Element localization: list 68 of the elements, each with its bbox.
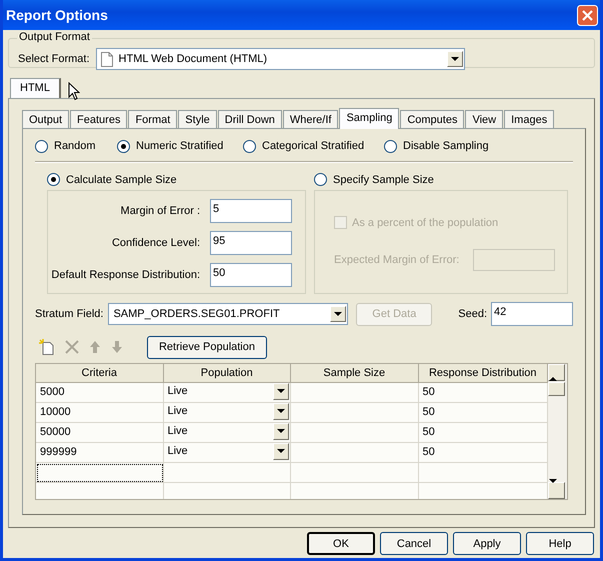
tab[interactable]: Features — [70, 110, 128, 128]
population-dropdown[interactable]: Live — [164, 403, 291, 423]
tab[interactable]: View — [465, 110, 504, 128]
stratum-dropdown[interactable]: SAMP_ORDERS.SEG01.PROFIT — [108, 303, 348, 325]
mouse-cursor-icon — [68, 82, 80, 101]
column-header[interactable]: Criteria — [36, 364, 164, 383]
column-header[interactable]: Population — [164, 364, 291, 383]
field-label: Expected Margin of Error: — [334, 254, 460, 266]
format-dropdown[interactable]: HTML Web Document (HTML) — [96, 48, 465, 70]
radio-button[interactable] — [47, 173, 60, 186]
window-title: Report Options — [6, 7, 108, 23]
seed-label: Seed: — [458, 308, 488, 320]
table-cell: 5000 — [36, 383, 164, 403]
radio-label: Specify Sample Size — [333, 174, 434, 186]
field-label: Margin of Error : — [120, 205, 200, 217]
input-field[interactable]: 95 — [210, 231, 292, 255]
radio-label: Random — [54, 140, 96, 152]
select-format-label: Select Format: — [18, 53, 90, 65]
radio-button[interactable] — [117, 140, 130, 152]
tab[interactable]: Drill Down — [218, 110, 282, 128]
radio-label: Numeric Stratified — [136, 140, 224, 152]
table-cell: 999999 — [36, 443, 164, 463]
seed-field[interactable]: 42 — [491, 302, 573, 326]
tab[interactable]: Where/If — [282, 110, 338, 128]
dialog-button[interactable]: Apply — [453, 532, 521, 555]
dialog-button[interactable]: Cancel — [380, 532, 448, 555]
vertical-scrollbar[interactable] — [548, 364, 567, 499]
tab[interactable]: Images — [504, 110, 554, 128]
radio-button[interactable] — [243, 140, 256, 152]
population-dropdown[interactable]: Live — [164, 383, 291, 403]
scroll-down-icon[interactable] — [548, 482, 565, 499]
input-field[interactable]: 50 — [210, 263, 292, 287]
tab[interactable]: Format — [128, 110, 178, 128]
column-header[interactable]: Response Distribution — [418, 364, 548, 383]
table-cell: 50 — [418, 423, 548, 443]
checkbox-label: As a percent of the population — [352, 216, 498, 228]
dialog-button[interactable]: Help — [526, 532, 594, 555]
table-cell: 50 — [418, 403, 548, 423]
tab[interactable]: Computes — [400, 110, 464, 128]
scrollbar-thumb[interactable] — [548, 382, 565, 396]
radio-button[interactable] — [35, 140, 48, 152]
scroll-up-icon[interactable] — [548, 364, 565, 381]
input-field[interactable]: 5 — [210, 199, 292, 223]
output-type-tab[interactable]: HTML — [10, 78, 61, 98]
focused-cell[interactable] — [36, 463, 164, 483]
population-dropdown[interactable]: Live — [164, 423, 291, 443]
table-cell: 50 — [418, 443, 548, 463]
radio-label: Disable Sampling — [403, 140, 489, 152]
table-cell: 50000 — [36, 423, 164, 443]
radio-label: Categorical Stratified — [262, 140, 364, 152]
field-label: Confidence Level: — [112, 237, 200, 249]
tab[interactable]: Sampling — [339, 108, 400, 129]
radio-label: Calculate Sample Size — [66, 174, 177, 186]
close-icon[interactable] — [577, 4, 598, 26]
column-header[interactable]: Sample Size — [291, 364, 418, 383]
document-icon — [100, 52, 113, 66]
field-label: Default Response Distribution: — [51, 269, 200, 281]
table-cell: 10000 — [36, 403, 164, 423]
stratum-label: Stratum Field: — [35, 308, 104, 320]
population-dropdown[interactable]: Live — [164, 443, 291, 463]
group-legend: Output Format — [17, 31, 92, 43]
new-document-icon[interactable] — [39, 339, 55, 355]
table-cell: 50 — [418, 383, 548, 403]
retrieve-population-button[interactable]: Retrieve Population — [147, 336, 267, 358]
dialog-button[interactable]: OK — [307, 532, 375, 555]
tab[interactable]: Style — [178, 110, 217, 128]
radio-button[interactable] — [384, 140, 397, 152]
tab[interactable]: Output — [22, 110, 70, 128]
